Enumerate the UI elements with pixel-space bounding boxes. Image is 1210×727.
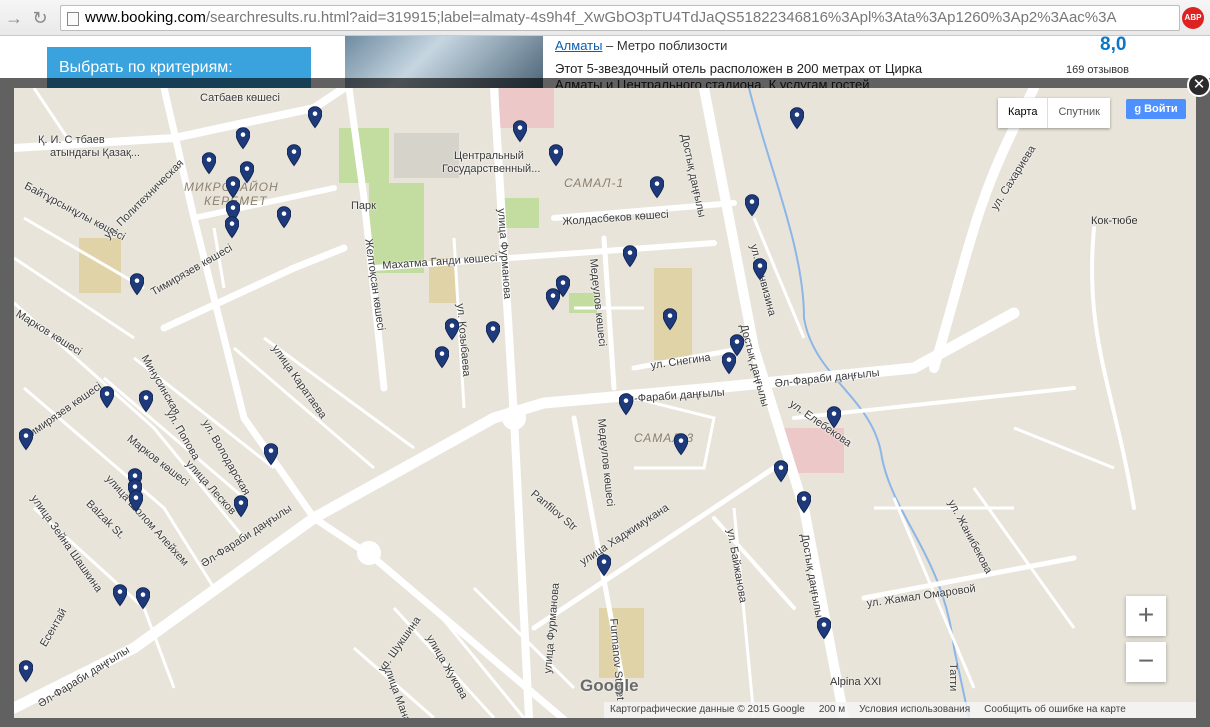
hotel-marker-icon[interactable] (435, 346, 449, 370)
reload-icon[interactable]: ↻ (28, 6, 52, 30)
school-block (79, 238, 121, 293)
hotel-marker-icon[interactable] (136, 587, 150, 611)
poi-label: Қ. И. С тбаев (38, 134, 105, 146)
hotel-marker-icon[interactable] (797, 491, 811, 515)
hotel-marker-icon[interactable] (19, 428, 33, 452)
hotel-marker-icon[interactable] (264, 443, 278, 467)
poi-label: Государственный... (442, 163, 541, 175)
google-signin-button[interactable]: g Войти (1126, 99, 1186, 119)
hotel-marker-icon[interactable] (240, 161, 254, 185)
hotel-marker-icon[interactable] (650, 176, 664, 200)
hotel-marker-icon[interactable] (100, 386, 114, 410)
hotel-marker-icon[interactable] (790, 107, 804, 131)
roundabout (357, 541, 381, 565)
address-bar[interactable]: www.booking.com/searchresults.ru.html?ai… (60, 5, 1180, 31)
hotel-marker-icon[interactable] (234, 495, 248, 519)
hotel-city-link[interactable]: Алматы (555, 38, 602, 53)
hotel-location-suffix: – Метро поблизости (602, 38, 728, 53)
hotel-marker-icon[interactable] (674, 433, 688, 457)
map-type-control: Карта Спутник (998, 98, 1110, 128)
hotel-marker-icon[interactable] (745, 194, 759, 218)
hotel-marker-icon[interactable] (19, 660, 33, 684)
url-path: /searchresults.ru.html?aid=319915;label=… (205, 9, 1117, 26)
hotel-marker-icon[interactable] (486, 321, 500, 345)
hotel-marker-icon[interactable] (113, 584, 127, 608)
poi-label: Кок-тюбе (1091, 215, 1138, 227)
zoom-out-button[interactable]: − (1126, 642, 1166, 682)
hotel-marker-icon[interactable] (225, 216, 239, 240)
hotel-marker-icon[interactable] (753, 258, 767, 282)
browser-toolbar: → ↻ www.booking.com/searchresults.ru.htm… (0, 0, 1210, 36)
hotel-marker-icon[interactable] (549, 144, 563, 168)
hotel-marker-icon[interactable] (546, 288, 560, 312)
zoom-in-button[interactable]: + (1126, 596, 1166, 636)
hotel-marker-icon[interactable] (308, 106, 322, 130)
hotel-marker-icon[interactable] (623, 245, 637, 269)
hotel-marker-icon[interactable] (663, 308, 677, 332)
hotel-marker-icon[interactable] (287, 144, 301, 168)
hotel-marker-icon[interactable] (774, 460, 788, 484)
map-type-map-option[interactable]: Карта (998, 98, 1049, 128)
hotel-marker-icon[interactable] (202, 152, 216, 176)
hotel-marker-icon[interactable] (277, 206, 291, 230)
map-type-satellite-option[interactable]: Спутник (1048, 98, 1109, 128)
hotel-marker-icon[interactable] (597, 554, 611, 578)
map-scale: 200 м (818, 704, 846, 715)
poi-label: атындағы Қазақ... (50, 147, 140, 159)
map-view[interactable]: МИКРОРАЙОН КЕРЕМЕТ Самал-1 Самал-3 Сатба… (14, 88, 1196, 718)
adblock-icon[interactable]: ABP (1182, 7, 1204, 29)
hotel-marker-icon[interactable] (139, 390, 153, 414)
street-label: Сатбаев көшесі (200, 92, 280, 104)
page-icon (67, 12, 79, 26)
poi-label: Парк (351, 200, 376, 212)
map-data-credit: Картографические данные © 2015 Google (610, 704, 805, 715)
hotel-marker-icon[interactable] (827, 406, 841, 430)
roundabout (502, 406, 526, 430)
hotel-marker-icon[interactable] (129, 490, 143, 514)
map-footer: Картографические данные © 2015 Google 20… (604, 702, 1196, 718)
hotel-marker-icon[interactable] (236, 127, 250, 151)
signin-label: Войти (1144, 103, 1178, 115)
url-host: www.booking.com (85, 9, 206, 26)
poi-label: Центральный (454, 150, 524, 162)
hotel-location: Алматы – Метро поблизости (555, 38, 727, 53)
street-label: Татти (947, 663, 959, 692)
google-logo: Google (580, 676, 639, 695)
map-terms-link[interactable]: Условия использования (859, 702, 970, 718)
hotel-marker-icon[interactable] (817, 617, 831, 641)
hotel-marker-icon[interactable] (445, 318, 459, 342)
hotel-reviews-count[interactable]: 169 отзывов (1066, 64, 1129, 76)
hotel-score: 8,0 (1100, 34, 1127, 55)
forward-arrow-icon[interactable]: → (2, 6, 26, 30)
poi-label: Alpina XXI (830, 676, 882, 688)
hotel-marker-icon[interactable] (722, 352, 736, 376)
hotel-marker-icon[interactable] (619, 393, 633, 417)
hotel-marker-icon[interactable] (513, 120, 527, 144)
district-label: Самал-1 (564, 176, 625, 190)
park-area (504, 198, 539, 228)
hotel-marker-icon[interactable] (130, 273, 144, 297)
close-map-button[interactable]: ✕ (1187, 73, 1210, 97)
hotel-marker-icon[interactable] (226, 176, 240, 200)
map-report-error-link[interactable]: Сообщить об ошибке на карте (984, 702, 1126, 718)
